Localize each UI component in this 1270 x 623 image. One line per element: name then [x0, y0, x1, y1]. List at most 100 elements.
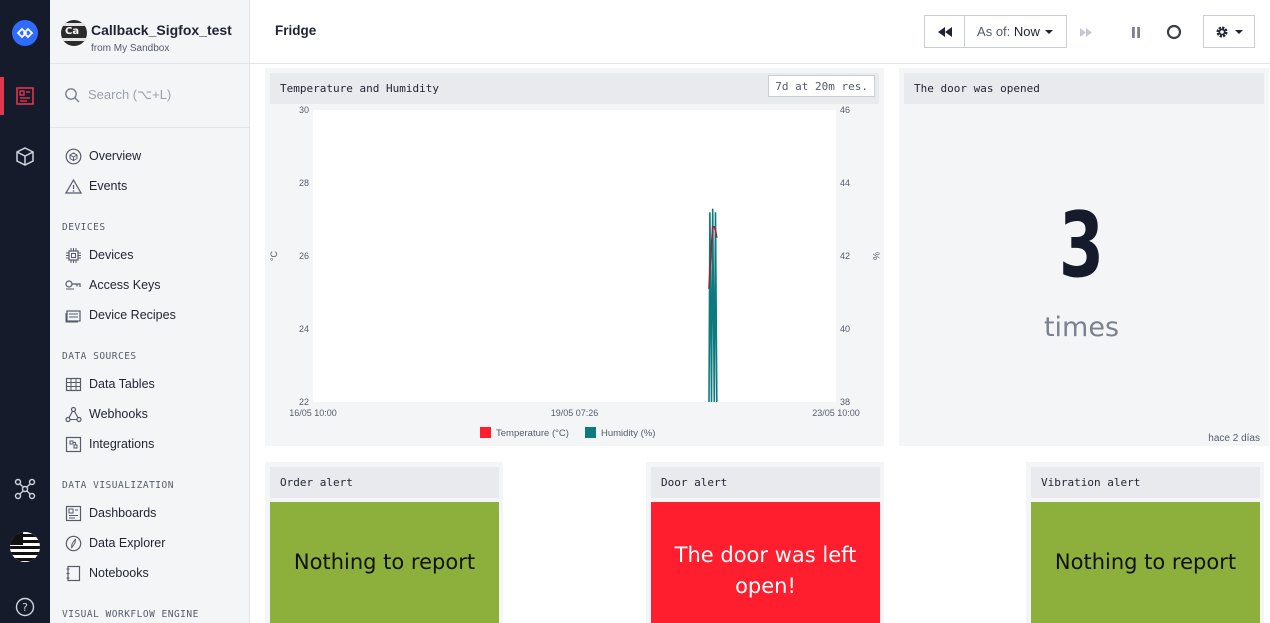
- sidebar-item-devices[interactable]: Devices: [64, 245, 133, 265]
- sidebar-item-device-recipes[interactable]: Device Recipes: [64, 305, 176, 325]
- legend-swatch: [480, 427, 491, 438]
- app-root: ? Ca Callback_Sigfox_test from My Sandbo…: [0, 0, 1270, 623]
- dashboard-icon[interactable]: [0, 77, 50, 115]
- fast-forward-button[interactable]: [1076, 24, 1096, 40]
- sidebar-section-visual-workflow-engine: VISUAL WORKFLOW ENGINE: [62, 609, 199, 620]
- vibration-alert-status: Nothing to report: [1031, 502, 1260, 623]
- chart-block-temperature-humidity: Temperature and Humidity 7d at 20m res. …: [265, 68, 884, 446]
- sidebar-item-label: Data Explorer: [89, 536, 166, 550]
- last-updated-label: hace 2 días: [1208, 433, 1260, 444]
- as-of-label: As of:: [977, 24, 1011, 39]
- block-title: Door alert: [661, 476, 728, 489]
- application-name: Callback_Sigfox_test: [91, 22, 232, 38]
- door-alert-status: The door was left open!: [651, 502, 880, 623]
- legend-entry: Temperature (°C): [496, 428, 569, 439]
- order-alert-status: Nothing to report: [270, 502, 499, 623]
- y-left-tick-label: 28: [299, 178, 309, 188]
- sidebar-item-integrations[interactable]: Integrations: [64, 434, 154, 454]
- sidebar-item-notebooks[interactable]: Notebooks: [64, 563, 149, 583]
- workflow-network-icon[interactable]: [0, 470, 50, 508]
- y-left-tick-label: 30: [299, 106, 309, 115]
- warning-icon: [64, 177, 82, 195]
- integrations-icon: [64, 435, 82, 453]
- dashboard-header: Fridge As of: Now: [250, 0, 1270, 64]
- search-icon: [65, 88, 80, 103]
- block-title: The door was opened: [914, 82, 1040, 95]
- search-placeholder: Search (⌥+L): [88, 87, 172, 102]
- chevron-down-icon: [1044, 29, 1053, 34]
- y-right-axis-label: %: [871, 252, 881, 260]
- sidebar-item-dashboards[interactable]: Dashboards: [64, 503, 156, 523]
- sidebar-divider: [50, 127, 249, 128]
- legend-swatch: [585, 427, 596, 438]
- as-of-dropdown[interactable]: As of: Now: [964, 15, 1067, 48]
- y-right-tick-label: 42: [840, 251, 850, 261]
- settings-dropdown-button[interactable]: [1203, 15, 1255, 48]
- dashboard-icon: [64, 504, 82, 522]
- sidebar-item-webhooks[interactable]: Webhooks: [64, 404, 148, 424]
- y-left-tick-label: 26: [299, 251, 309, 261]
- temperature-humidity-chart: 30 28 26 24 22 46 44 42 40 38 16/05 10:00 19/05 07:…: [269, 106, 881, 439]
- block-title: Vibration alert: [1041, 476, 1141, 489]
- sidebar-item-label: Webhooks: [89, 407, 148, 421]
- notebook-icon: [64, 564, 82, 582]
- chip-icon: [64, 246, 82, 264]
- application-avatar-text: Ca: [65, 26, 80, 37]
- sidebar-item-data-tables[interactable]: Data Tables: [64, 374, 155, 394]
- rewind-button[interactable]: [924, 15, 965, 48]
- y-left-axis-label: °C: [269, 250, 279, 261]
- sidebar-item-events[interactable]: Events: [64, 176, 127, 196]
- search-input[interactable]: Search (⌥+L): [64, 84, 234, 106]
- x-tick-label: 16/05 10:00: [289, 408, 337, 418]
- cube-icon[interactable]: [0, 138, 50, 176]
- pause-button[interactable]: [1126, 22, 1146, 42]
- application-header[interactable]: Ca Callback_Sigfox_test from My Sandbox: [50, 0, 249, 64]
- table-icon: [64, 375, 82, 393]
- sidebar-item-label: Overview: [89, 149, 142, 163]
- x-tick-label: 23/05 10:00: [812, 408, 860, 418]
- icon-rail: ?: [0, 0, 50, 623]
- sidebar-item-label: Devices: [89, 248, 134, 262]
- losant-logo-icon[interactable]: [0, 13, 50, 53]
- y-left-tick-label: 24: [299, 324, 309, 334]
- svg-text:?: ?: [22, 601, 28, 614]
- door-count-value: 3: [1058, 193, 1104, 298]
- webhook-icon: [64, 405, 82, 423]
- y-right-tick-label: 38: [840, 397, 850, 407]
- sidebar-item-label: Dashboards: [89, 506, 157, 520]
- indicator-block-vibration-alert: Vibration alert Nothing to report: [1026, 462, 1264, 623]
- page-title: Fridge: [275, 23, 317, 38]
- sidebar-item-overview[interactable]: Overview: [64, 146, 141, 166]
- sidebar-item-label: Access Keys: [89, 278, 161, 292]
- legend-entry: Humidity (%): [601, 428, 655, 439]
- y-left-tick-label: 22: [299, 397, 309, 407]
- indicator-block-door-alert: Door alert The door was left open!: [646, 462, 884, 623]
- user-avatar-icon[interactable]: [0, 527, 50, 567]
- as-of-value: Now: [1013, 24, 1040, 39]
- y-right-tick-label: 40: [840, 324, 850, 334]
- loading-circle-icon: [1166, 24, 1182, 40]
- sidebar-section-devices: DEVICES: [62, 222, 106, 233]
- key-icon: [64, 276, 82, 294]
- gear-icon: [1216, 26, 1227, 37]
- overview-icon: [64, 147, 82, 165]
- sidebar-item-data-explorer[interactable]: Data Explorer: [64, 533, 165, 553]
- sidebar-item-label: Notebooks: [89, 566, 149, 580]
- indicator-block-order-alert: Order alert Nothing to report: [265, 462, 503, 623]
- sidebar-section-data-visualization: DATA VISUALIZATION: [62, 480, 174, 491]
- sidebar-item-label: Integrations: [89, 437, 155, 451]
- y-right-tick-label: 46: [840, 106, 850, 115]
- application-avatar: Ca: [61, 20, 87, 46]
- dashboard-content: Temperature and Humidity 7d at 20m res. …: [250, 64, 1270, 623]
- sidebar-item-access-keys[interactable]: Access Keys: [64, 275, 161, 295]
- sidebar: Ca Callback_Sigfox_test from My Sandbox …: [50, 0, 250, 623]
- block-title: Order alert: [280, 476, 353, 489]
- help-icon[interactable]: ?: [0, 592, 50, 622]
- compass-icon: [64, 534, 82, 552]
- refresh-status-indicator: [1163, 22, 1185, 42]
- application-org: from My Sandbox: [91, 43, 170, 54]
- sidebar-item-label: Events: [89, 179, 128, 193]
- resolution-badge[interactable]: 7d at 20m res.: [768, 75, 875, 97]
- sidebar-item-label: Device Recipes: [89, 308, 176, 322]
- sidebar-section-data-sources: DATA SOURCES: [62, 351, 137, 362]
